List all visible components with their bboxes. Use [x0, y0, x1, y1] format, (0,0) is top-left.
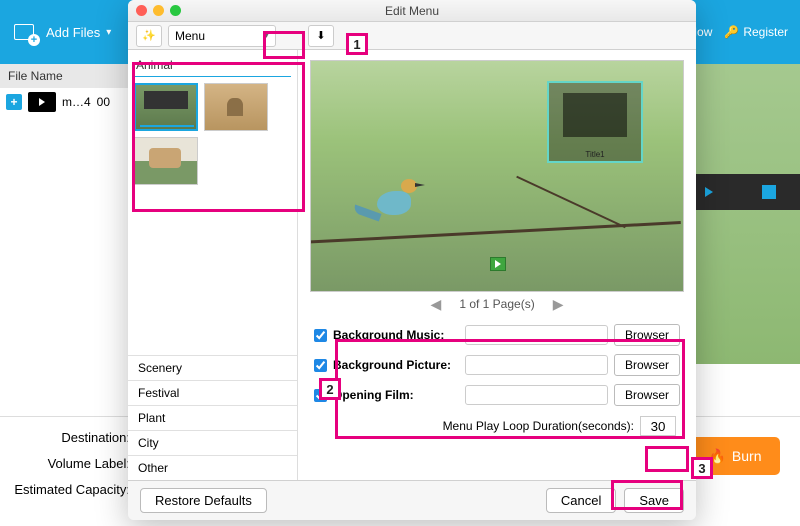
cancel-button[interactable]: Cancel [546, 488, 616, 513]
preview-controls [680, 174, 800, 210]
capacity-label: Estimated Capacity: [12, 482, 130, 497]
loop-duration-label: Menu Play Loop Duration(seconds): [443, 419, 634, 433]
add-files-label: Add Files [46, 25, 100, 40]
category-other[interactable]: Other [128, 455, 297, 480]
template-thumb-2[interactable] [204, 83, 268, 131]
category-scenery[interactable]: Scenery [128, 355, 297, 380]
options-panel: Background Music: Browser Background Pic… [310, 316, 684, 446]
category-current: Animal [134, 56, 291, 77]
dialog-body: Animal Scenery Festival Plant City Other [128, 50, 696, 480]
bg-picture-browser-button[interactable]: Browser [614, 354, 680, 376]
bg-music-browser-button[interactable]: Browser [614, 324, 680, 346]
register-link[interactable]: 🔑Register [724, 25, 788, 39]
window-controls [136, 5, 181, 16]
add-files-icon [12, 20, 40, 44]
opening-film-field[interactable] [465, 385, 608, 405]
preview-background [680, 64, 800, 364]
bg-picture-field[interactable] [465, 355, 608, 375]
close-icon[interactable] [136, 5, 147, 16]
category-plant[interactable]: Plant [128, 405, 297, 430]
pager-prev-icon[interactable]: ◀ [431, 296, 442, 313]
opening-film-browser-button[interactable]: Browser [614, 384, 680, 406]
save-button[interactable]: Save [624, 488, 684, 513]
category-festival[interactable]: Festival [128, 380, 297, 405]
play-button-icon[interactable] [490, 257, 506, 271]
dialog-footer: Restore Defaults Cancel Save [128, 480, 696, 520]
play-icon[interactable] [705, 187, 713, 197]
volume-label: Volume Label: [12, 456, 130, 471]
file-time: 00 [97, 95, 110, 109]
minimize-icon[interactable] [153, 5, 164, 16]
branch-decor [310, 221, 681, 244]
category-list: Scenery Festival Plant City Other [128, 355, 297, 480]
template-thumb-3[interactable] [134, 137, 198, 185]
dialog-title: Edit Menu [385, 4, 439, 18]
pager-label: 1 of 1 Page(s) [459, 297, 534, 311]
bg-music-field[interactable] [465, 325, 608, 345]
burn-button[interactable]: Burn [690, 437, 780, 475]
bg-picture-label: Background Picture: [333, 358, 459, 372]
title-slot-label: Title1 [549, 150, 641, 159]
key-icon: 🔑 [724, 25, 739, 39]
plus-icon[interactable]: + [6, 94, 22, 110]
destination-label: Destination: [12, 430, 130, 445]
bg-music-label: Background Music: [333, 328, 459, 342]
edit-icon[interactable] [762, 185, 776, 199]
template-sidebar: Animal Scenery Festival Plant City Other [128, 50, 298, 480]
download-button[interactable]: ⬇ [308, 25, 334, 47]
chevron-down-icon: ▾ [106, 27, 111, 38]
preview-panel [680, 64, 800, 464]
opening-film-checkbox[interactable] [314, 389, 327, 402]
menu-select-label: Menu [175, 29, 205, 43]
template-thumb-1[interactable] [134, 83, 198, 131]
menu-type-select[interactable]: Menu [168, 25, 276, 47]
add-files-button[interactable]: Add Files ▾ [12, 20, 111, 44]
title-slot[interactable]: Title1 [547, 81, 643, 163]
category-city[interactable]: City [128, 430, 297, 455]
dialog-titlebar: Edit Menu [128, 0, 696, 22]
file-name: m…4 [62, 95, 91, 109]
edit-menu-dialog: Edit Menu ✨ Menu ⬇ Animal Scenery Festiv… [128, 0, 696, 520]
bg-picture-checkbox[interactable] [314, 359, 327, 372]
bird-decor [367, 171, 427, 241]
pager: ◀ 1 of 1 Page(s) ▶ [310, 292, 684, 316]
template-thumbnails-area: Animal [128, 50, 297, 355]
bg-music-checkbox[interactable] [314, 329, 327, 342]
magic-wand-button[interactable]: ✨ [136, 25, 162, 47]
preview-and-options: Title1 ◀ 1 of 1 Page(s) ▶ Background Mus… [298, 50, 696, 480]
file-thumb [28, 92, 56, 112]
restore-defaults-button[interactable]: Restore Defaults [140, 488, 267, 513]
zoom-icon[interactable] [170, 5, 181, 16]
loop-duration-field[interactable] [640, 416, 676, 436]
dialog-toolbar: ✨ Menu ⬇ [128, 22, 696, 50]
opening-film-label: Opening Film: [333, 388, 459, 402]
branch-decor-2 [516, 176, 626, 229]
menu-preview[interactable]: Title1 [310, 60, 684, 292]
pager-next-icon[interactable]: ▶ [553, 296, 564, 313]
